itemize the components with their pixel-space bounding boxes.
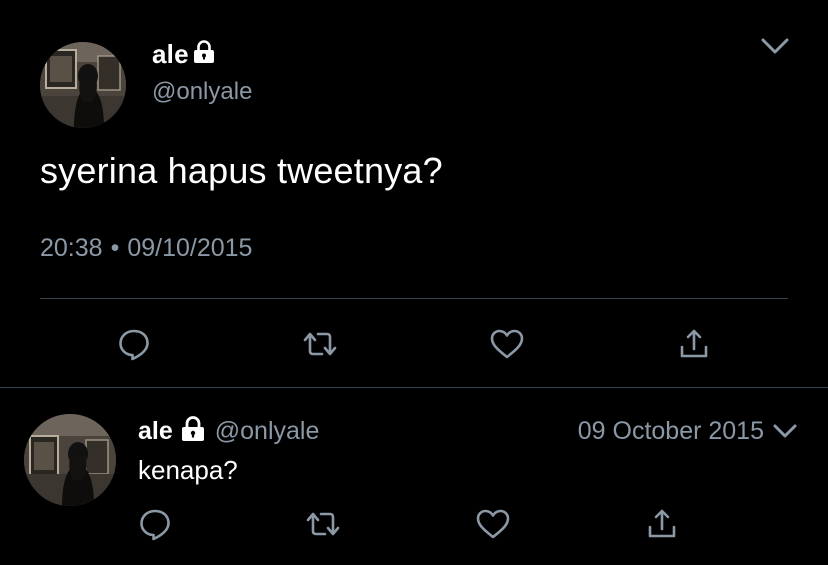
reply-header: ale @onlyale [138,414,319,448]
share-icon [648,509,676,538]
retweet-icon [303,332,337,356]
reply-icon [140,509,170,541]
tweet-time[interactable]: 20:38 [40,234,103,263]
name-row: ale [152,37,215,71]
like-button[interactable] [489,326,525,362]
share-button[interactable] [676,326,712,362]
tweet-screen: ale @onlyale syerina hapus tweetnya? 20:… [0,0,828,565]
avatar[interactable] [40,42,126,128]
heart-icon [490,329,524,359]
retweet-button[interactable] [305,506,341,542]
handle[interactable]: @onlyale [215,417,320,446]
avatar-photo [24,414,116,506]
retweet-button[interactable] [302,326,338,362]
reply-icon [119,329,149,361]
heart-icon [476,509,510,539]
tweet-timestamp: 20:38 • 09/10/2015 [40,234,252,263]
reply-button[interactable] [137,506,173,542]
chevron-down-icon[interactable] [760,34,790,58]
tweet-text: kenapa? [138,455,238,485]
chevron-down-icon[interactable] [772,420,798,442]
tweet-date[interactable]: 09/10/2015 [127,234,252,263]
handle[interactable]: @onlyale [152,78,252,106]
divider [40,298,788,299]
meta-separator: • [110,234,120,262]
tweet-date[interactable]: 09 October 2015 [578,414,764,448]
avatar[interactable] [24,414,116,506]
tweet-text: syerina hapus tweetnya? [40,150,443,191]
lock-icon [193,39,215,69]
reply-button[interactable] [116,326,152,362]
retweet-icon [306,512,340,536]
display-name[interactable]: ale [152,39,189,70]
lock-icon [181,415,205,447]
display-name[interactable]: ale [138,417,173,446]
share-icon [680,329,708,358]
main-tweet: ale @onlyale syerina hapus tweetnya? 20:… [0,0,828,388]
like-button[interactable] [475,506,511,542]
avatar-photo [40,42,126,128]
divider [0,387,828,388]
share-button[interactable] [644,506,680,542]
